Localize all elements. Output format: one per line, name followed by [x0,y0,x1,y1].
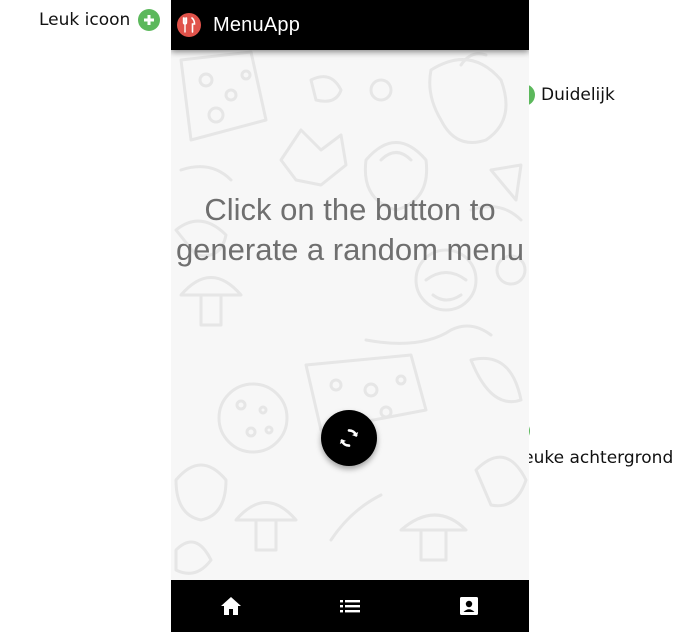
nav-list[interactable] [290,580,409,632]
bottom-navigation [171,580,529,632]
fork-knife-icon [177,13,201,37]
annotation-leuk-icoon: Leuk icoon [39,9,161,31]
contact-card-icon [460,597,479,615]
annotation-label: Leuk icoon [39,10,131,30]
home-icon [220,597,241,615]
plus-icon [138,9,161,31]
food-doodle-background [174,50,528,575]
generate-menu-button[interactable] [321,410,377,466]
nav-home[interactable] [171,580,290,632]
app-title: MenuApp [213,13,301,36]
phone-screen: MenuApp Click on the button to generate … [171,0,529,632]
annotation-leuke-achtergrond: Leuke achtergrond [514,448,674,468]
nav-profile[interactable] [410,580,529,632]
list-icon [339,600,360,613]
generate-prompt-text: Click on the button to generate a random… [175,192,525,267]
refresh-icon [339,429,359,447]
app-bar: MenuApp [171,0,529,50]
annotation-label: Duidelijk [541,85,615,105]
